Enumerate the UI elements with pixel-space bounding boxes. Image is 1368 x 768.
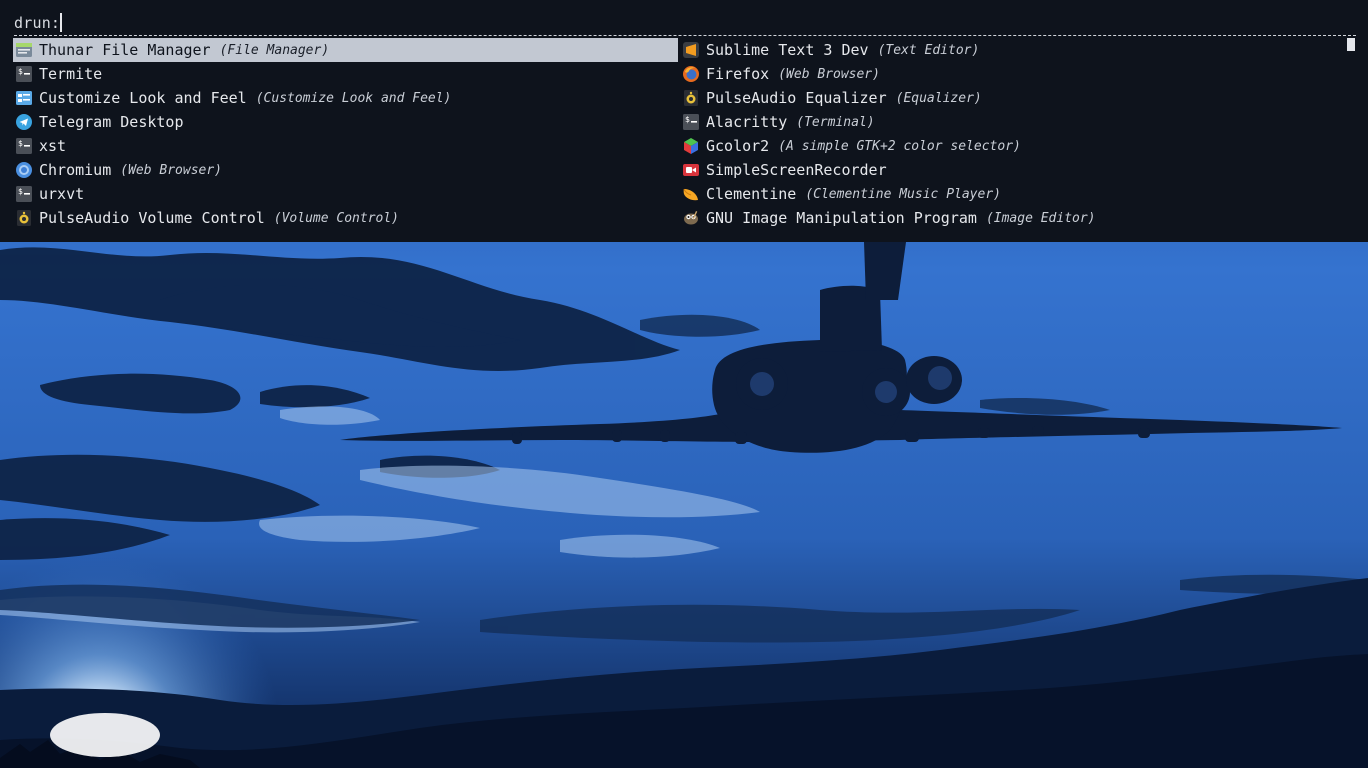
entry-name: GNU Image Manipulation Program: [706, 209, 977, 227]
entry-generic-name: (Equalizer): [895, 90, 982, 106]
scrollbar[interactable]: [1347, 38, 1355, 51]
entry-name: Chromium: [39, 161, 112, 179]
entry-generic-name: (File Manager): [219, 42, 330, 58]
color-cube-icon: [682, 137, 700, 155]
launcher-entry-pulseaudio-equalizer[interactable]: PulseAudio Equalizer (Equalizer): [680, 86, 1340, 110]
firefox-icon: [682, 65, 700, 83]
entry-name: Gcolor2: [706, 137, 770, 155]
entry-name: urxvt: [39, 185, 85, 203]
gimp-icon: [682, 209, 700, 227]
screen-recorder-icon: [682, 161, 700, 179]
entry-name: Termite: [39, 65, 103, 83]
launcher-entry-xst[interactable]: $ xst: [13, 134, 678, 158]
speaker-icon: [682, 89, 700, 107]
terminal-icon: $: [682, 113, 700, 131]
file-manager-icon: [15, 41, 33, 59]
launcher-entry-termite[interactable]: $ Termite: [13, 62, 678, 86]
svg-text:$: $: [685, 115, 690, 124]
entry-name: Clementine: [706, 185, 797, 203]
entry-name: Thunar File Manager: [39, 41, 211, 59]
entry-generic-name: (Web Browser): [120, 162, 222, 178]
entry-name: PulseAudio Equalizer: [706, 89, 887, 107]
sublime-icon: [682, 41, 700, 59]
launcher-entry-gnu-image-manipulation-program[interactable]: GNU Image Manipulation Program (Image Edi…: [680, 206, 1340, 230]
launcher-entry-alacritty[interactable]: $ Alacritty (Terminal): [680, 110, 1340, 134]
terminal-icon: $: [15, 65, 33, 83]
entry-generic-name: (Volume Control): [273, 210, 400, 226]
terminal-icon: $: [15, 137, 33, 155]
launcher-entry-firefox[interactable]: Firefox (Web Browser): [680, 62, 1340, 86]
launcher-entry-customize-look-and-feel[interactable]: Customize Look and Feel (Customize Look a…: [13, 86, 678, 110]
entry-list-left: Thunar File Manager (File Manager) $ Termit…: [13, 38, 678, 230]
speaker-icon: [15, 209, 33, 227]
entry-name: Alacritty: [706, 113, 788, 131]
separator: [14, 35, 1356, 36]
appearance-icon: [15, 89, 33, 107]
search-input[interactable]: [66, 13, 967, 33]
entry-generic-name: (Customize Look and Feel): [255, 90, 452, 106]
launcher-entry-gcolor2[interactable]: Gcolor2 (A simple GTK+2 color selector): [680, 134, 1340, 158]
entry-name: xst: [39, 137, 67, 155]
launcher-entry-thunar-file-manager[interactable]: Thunar File Manager (File Manager): [13, 38, 678, 62]
svg-text:$: $: [18, 187, 23, 196]
telegram-icon: [15, 113, 33, 131]
entry-generic-name: (Clementine Music Player): [805, 186, 1001, 202]
entry-generic-name: (Image Editor): [985, 210, 1096, 226]
text-cursor: [60, 13, 62, 32]
entry-name: Firefox: [706, 65, 770, 83]
terminal-icon: $: [15, 185, 33, 203]
launcher-entry-simplescreenrecorder[interactable]: SimpleScreenRecorder: [680, 158, 1340, 182]
entry-generic-name: (Terminal): [796, 114, 875, 130]
entry-list-right: Sublime Text 3 Dev (Text Editor) Firefox (W…: [680, 38, 1340, 230]
entry-name: PulseAudio Volume Control: [39, 209, 265, 227]
svg-text:$: $: [18, 67, 23, 76]
entry-name: Telegram Desktop: [39, 113, 184, 131]
entry-name: SimpleScreenRecorder: [706, 161, 887, 179]
entry-generic-name: (Web Browser): [778, 66, 880, 82]
entry-name: Sublime Text 3 Dev: [706, 41, 869, 59]
entry-name: Customize Look and Feel: [39, 89, 247, 107]
chromium-icon: [15, 161, 33, 179]
launcher-entry-sublime-text-3-dev[interactable]: Sublime Text 3 Dev (Text Editor): [680, 38, 1340, 62]
entry-generic-name: (A simple GTK+2 color selector): [778, 138, 1021, 154]
launcher-entry-urxvt[interactable]: $ urxvt: [13, 182, 678, 206]
launcher-entry-pulseaudio-volume-control[interactable]: PulseAudio Volume Control (Volume Control…: [13, 206, 678, 230]
app-launcher: drun: Thunar File Manager (File Manager) $…: [0, 0, 1368, 242]
prompt-row: drun:: [14, 12, 967, 34]
launcher-entry-chromium[interactable]: Chromium (Web Browser): [13, 158, 678, 182]
launcher-entry-telegram-desktop[interactable]: Telegram Desktop: [13, 110, 678, 134]
entry-generic-name: (Text Editor): [877, 42, 980, 58]
clementine-icon: [682, 185, 700, 203]
prompt-label: drun:: [14, 14, 61, 32]
launcher-entry-clementine[interactable]: Clementine (Clementine Music Player): [680, 182, 1340, 206]
svg-text:$: $: [18, 139, 23, 148]
